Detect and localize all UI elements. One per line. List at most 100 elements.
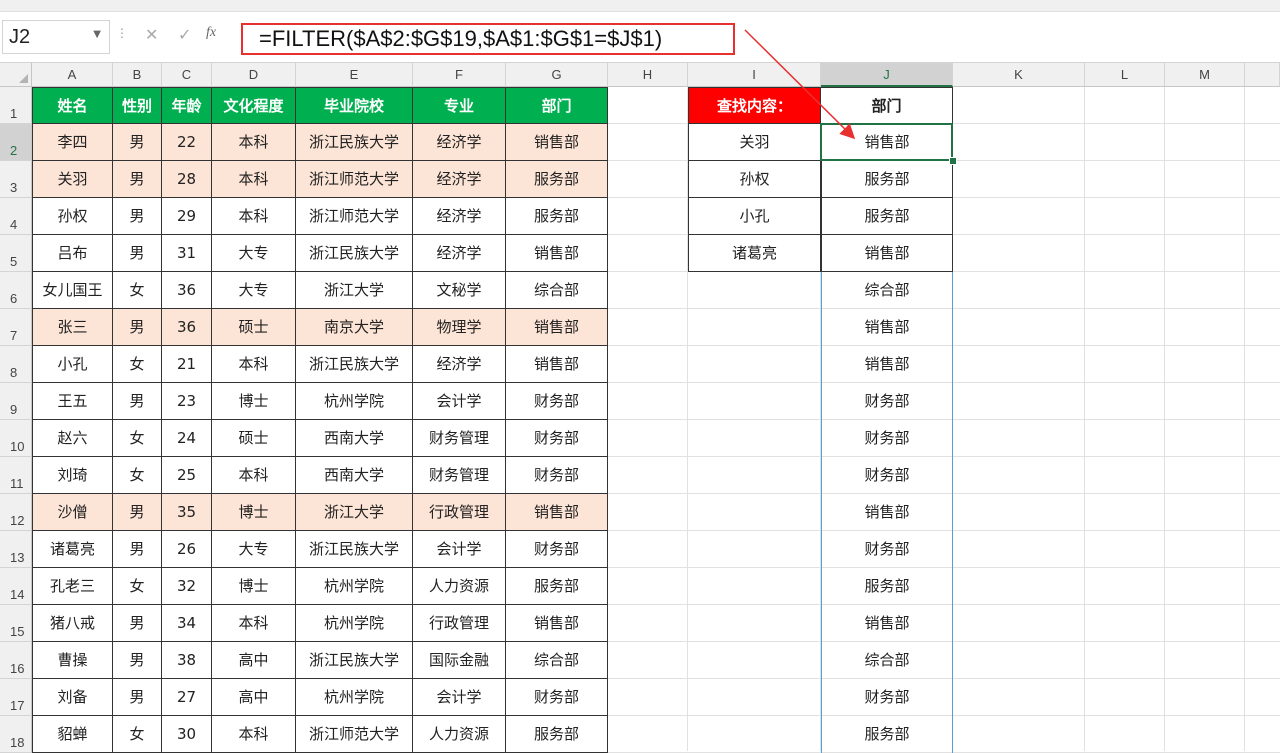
table-cell[interactable]: 本科 bbox=[212, 124, 296, 161]
table-cell[interactable]: 25 bbox=[162, 457, 212, 494]
table-cell[interactable]: 36 bbox=[162, 272, 212, 309]
table-cell[interactable]: 29 bbox=[162, 198, 212, 235]
table-cell[interactable]: 赵六 bbox=[32, 420, 113, 457]
table-cell[interactable]: 32 bbox=[162, 568, 212, 605]
table-cell[interactable]: 综合部 bbox=[506, 272, 608, 309]
table-cell[interactable]: 女儿国王 bbox=[32, 272, 113, 309]
table-header-cell[interactable]: 性别 bbox=[113, 87, 162, 124]
table-cell[interactable]: 24 bbox=[162, 420, 212, 457]
select-all-corner[interactable] bbox=[0, 63, 32, 87]
table-cell[interactable]: 30 bbox=[162, 716, 212, 753]
table-cell[interactable]: 孙权 bbox=[32, 198, 113, 235]
result-cell[interactable]: 财务部 bbox=[821, 457, 953, 494]
table-cell[interactable]: 34 bbox=[162, 605, 212, 642]
table-cell[interactable]: 本科 bbox=[212, 457, 296, 494]
result-cell[interactable]: 财务部 bbox=[821, 420, 953, 457]
table-cell[interactable]: 21 bbox=[162, 346, 212, 383]
table-cell[interactable]: 男 bbox=[113, 383, 162, 420]
table-cell[interactable]: 服务部 bbox=[506, 716, 608, 753]
lookup-item[interactable]: 孙权 bbox=[688, 161, 821, 198]
table-cell[interactable]: 浙江师范大学 bbox=[296, 198, 413, 235]
table-cell[interactable]: 本科 bbox=[212, 716, 296, 753]
table-cell[interactable]: 销售部 bbox=[506, 235, 608, 272]
result-cell[interactable]: 财务部 bbox=[821, 383, 953, 420]
table-cell[interactable]: 沙僧 bbox=[32, 494, 113, 531]
table-cell[interactable]: 大专 bbox=[212, 531, 296, 568]
column-header-n[interactable] bbox=[1245, 63, 1280, 87]
table-cell[interactable]: 会计学 bbox=[413, 531, 506, 568]
table-cell[interactable]: 曹操 bbox=[32, 642, 113, 679]
lookup-label[interactable]: 查找内容： bbox=[688, 87, 821, 124]
table-cell[interactable]: 物理学 bbox=[413, 309, 506, 346]
fill-handle[interactable] bbox=[949, 157, 957, 165]
table-cell[interactable]: 财务部 bbox=[506, 420, 608, 457]
column-header-b[interactable]: B bbox=[113, 63, 162, 87]
name-box[interactable]: J2 ▼ bbox=[2, 20, 110, 54]
table-cell[interactable]: 销售部 bbox=[506, 309, 608, 346]
table-cell[interactable]: 张三 bbox=[32, 309, 113, 346]
column-header-j[interactable]: J bbox=[821, 63, 953, 87]
formula-input[interactable]: =FILTER($A$2:$G$19,$A$1:$G$1=$J$1) bbox=[241, 23, 735, 55]
table-cell[interactable]: 男 bbox=[113, 642, 162, 679]
table-cell[interactable]: 人力资源 bbox=[413, 568, 506, 605]
table-cell[interactable]: 大专 bbox=[212, 235, 296, 272]
column-header-d[interactable]: D bbox=[212, 63, 296, 87]
result-cell[interactable]: 财务部 bbox=[821, 531, 953, 568]
table-cell[interactable]: 财务部 bbox=[506, 531, 608, 568]
table-cell[interactable]: 行政管理 bbox=[413, 605, 506, 642]
table-header-cell[interactable]: 姓名 bbox=[32, 87, 113, 124]
table-cell[interactable]: 硕士 bbox=[212, 309, 296, 346]
table-cell[interactable]: 杭州学院 bbox=[296, 679, 413, 716]
table-cell[interactable]: 男 bbox=[113, 198, 162, 235]
cancel-icon[interactable]: ✕ bbox=[145, 25, 158, 44]
table-cell[interactable]: 财务管理 bbox=[413, 457, 506, 494]
column-header-f[interactable]: F bbox=[413, 63, 506, 87]
table-cell[interactable]: 博士 bbox=[212, 568, 296, 605]
result-cell[interactable]: 服务部 bbox=[821, 161, 953, 198]
table-cell[interactable]: 小孔 bbox=[32, 346, 113, 383]
result-cell[interactable]: 财务部 bbox=[821, 679, 953, 716]
table-cell[interactable]: 22 bbox=[162, 124, 212, 161]
table-cell[interactable]: 浙江民族大学 bbox=[296, 124, 413, 161]
table-cell[interactable]: 人力资源 bbox=[413, 716, 506, 753]
table-cell[interactable]: 27 bbox=[162, 679, 212, 716]
table-cell[interactable]: 浙江民族大学 bbox=[296, 346, 413, 383]
table-cell[interactable]: 浙江大学 bbox=[296, 272, 413, 309]
table-cell[interactable]: 浙江大学 bbox=[296, 494, 413, 531]
table-cell[interactable]: 31 bbox=[162, 235, 212, 272]
row-header-4[interactable]: 4 bbox=[0, 198, 32, 235]
row-header-16[interactable]: 16 bbox=[0, 642, 32, 679]
row-header-1[interactable]: 1 bbox=[0, 87, 32, 124]
table-cell[interactable]: 35 bbox=[162, 494, 212, 531]
table-cell[interactable]: 浙江民族大学 bbox=[296, 235, 413, 272]
result-cell[interactable]: 综合部 bbox=[821, 272, 953, 309]
table-cell[interactable]: 浙江民族大学 bbox=[296, 642, 413, 679]
table-cell[interactable]: 猪八戒 bbox=[32, 605, 113, 642]
table-cell[interactable]: 服务部 bbox=[506, 161, 608, 198]
table-cell[interactable]: 男 bbox=[113, 531, 162, 568]
table-cell[interactable]: 浙江民族大学 bbox=[296, 531, 413, 568]
table-cell[interactable]: 男 bbox=[113, 494, 162, 531]
table-cell[interactable]: 男 bbox=[113, 309, 162, 346]
table-cell[interactable]: 销售部 bbox=[506, 605, 608, 642]
table-cell[interactable]: 貂蝉 bbox=[32, 716, 113, 753]
row-header-3[interactable]: 3 bbox=[0, 161, 32, 198]
column-header-h[interactable]: H bbox=[608, 63, 688, 87]
column-header-e[interactable]: E bbox=[296, 63, 413, 87]
table-cell[interactable]: 刘备 bbox=[32, 679, 113, 716]
table-cell[interactable]: 销售部 bbox=[506, 494, 608, 531]
table-cell[interactable]: 诸葛亮 bbox=[32, 531, 113, 568]
table-cell[interactable]: 男 bbox=[113, 124, 162, 161]
row-header-18[interactable]: 18 bbox=[0, 716, 32, 753]
column-header-k[interactable]: K bbox=[953, 63, 1085, 87]
table-cell[interactable]: 刘琦 bbox=[32, 457, 113, 494]
table-header-cell[interactable]: 毕业院校 bbox=[296, 87, 413, 124]
table-cell[interactable]: 经济学 bbox=[413, 198, 506, 235]
table-cell[interactable]: 王五 bbox=[32, 383, 113, 420]
result-cell[interactable]: 服务部 bbox=[821, 716, 953, 753]
table-cell[interactable]: 财务管理 bbox=[413, 420, 506, 457]
table-cell[interactable]: 高中 bbox=[212, 642, 296, 679]
table-cell[interactable]: 西南大学 bbox=[296, 457, 413, 494]
table-header-cell[interactable]: 年龄 bbox=[162, 87, 212, 124]
table-cell[interactable]: 李四 bbox=[32, 124, 113, 161]
